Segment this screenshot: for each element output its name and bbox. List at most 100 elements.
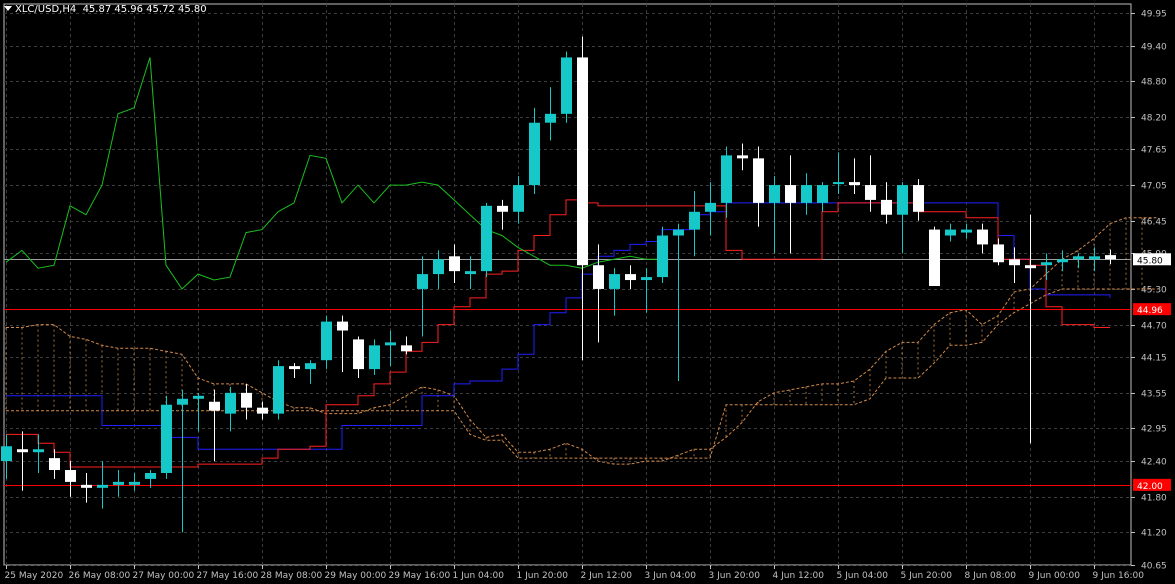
- candle-body: [897, 185, 908, 215]
- x-tick-label: 29 May 00:00: [325, 571, 387, 581]
- symbol-label: XLC/USD,H4: [15, 4, 77, 15]
- candle-body: [465, 271, 476, 275]
- chart-header: XLC/USD,H4 45.87 45.96 45.72 45.80: [4, 4, 207, 15]
- y-tick-label: 46.45: [1141, 218, 1167, 228]
- candle-body: [641, 277, 652, 281]
- candle-body: [209, 401, 220, 411]
- candle-body: [769, 185, 780, 203]
- candle-body: [1057, 259, 1068, 263]
- y-tick-label: 47.05: [1141, 182, 1167, 192]
- candle-body: [385, 342, 396, 346]
- collapse-triangle-icon[interactable]: [4, 6, 12, 11]
- candle-body: [273, 366, 284, 414]
- candle-body: [257, 407, 268, 414]
- x-tick-label: 1 Jun 04:00: [453, 571, 505, 581]
- candle-body: [945, 229, 956, 236]
- candle-body: [817, 185, 828, 203]
- candle-body: [529, 122, 540, 186]
- x-tick-label: 26 May 08:00: [69, 571, 131, 581]
- candle-body: [337, 321, 348, 331]
- y-tick-label: 44.15: [1141, 354, 1167, 364]
- level-price-label: 44.96: [1137, 306, 1163, 316]
- x-tick-label: 3 Jun 04:00: [645, 571, 697, 581]
- x-tick-label: 3 Jun 20:00: [709, 571, 761, 581]
- candle-body: [97, 484, 108, 488]
- candle-body: [65, 470, 76, 482]
- candle-body: [177, 398, 188, 405]
- y-tick-label: 47.65: [1141, 146, 1167, 156]
- candle-body: [961, 229, 972, 233]
- x-tick-label: 2 Jun 12:00: [581, 571, 633, 581]
- y-tick-label: 44.70: [1141, 322, 1167, 332]
- candle-body: [785, 185, 796, 203]
- x-tick-label: 28 May 08:00: [261, 571, 323, 581]
- candle-body: [1009, 259, 1020, 266]
- candle-body: [513, 185, 524, 212]
- candle-body: [1, 446, 12, 462]
- candle-body: [449, 256, 460, 272]
- bid-price-label: 45.80: [1137, 256, 1163, 266]
- candle-body: [689, 211, 700, 230]
- x-tick-label: 9 Jun 00:00: [1029, 571, 1081, 581]
- candle-body: [305, 363, 316, 370]
- price-chart[interactable]: 49.9549.4048.8048.2047.6547.0546.4545.90…: [0, 0, 1175, 584]
- x-tick-label: 27 May 00:00: [133, 571, 195, 581]
- x-tick-label: 4 Jun 12:00: [773, 571, 825, 581]
- y-tick-label: 41.20: [1141, 529, 1167, 539]
- candle-body: [161, 404, 172, 473]
- candle-body: [49, 458, 60, 471]
- candle-body: [481, 205, 492, 272]
- x-tick-label: 25 May 2020: [5, 571, 64, 581]
- x-tick-label: 29 May 16:00: [389, 571, 451, 581]
- candle-body: [929, 229, 940, 286]
- candle-body: [1089, 256, 1100, 260]
- candle-body: [657, 235, 668, 278]
- candle-body: [1041, 262, 1052, 266]
- candle-body: [1025, 265, 1036, 269]
- y-tick-label: 48.80: [1141, 78, 1167, 88]
- candle-body: [1073, 256, 1084, 260]
- candle-body: [673, 229, 684, 236]
- y-tick-label: 49.95: [1141, 10, 1167, 20]
- x-tick-label: 5 Jun 04:00: [837, 571, 889, 581]
- candle-body: [993, 244, 1004, 263]
- y-tick-label: 40.65: [1141, 562, 1167, 572]
- level-price-label: 42.00: [1137, 482, 1163, 492]
- x-tick-label: 8 Jun 08:00: [965, 571, 1017, 581]
- candle-body: [369, 345, 380, 370]
- candle-body: [625, 274, 636, 281]
- chart-window[interactable]: 49.9549.4048.8048.2047.6547.0546.4545.90…: [0, 0, 1175, 584]
- candle-body: [721, 155, 732, 203]
- candle-body: [81, 484, 92, 488]
- ohlc-values: 45.87 45.96 45.72 45.80: [82, 4, 207, 15]
- candle-body: [433, 259, 444, 275]
- candle-body: [705, 202, 716, 212]
- candle-body: [913, 185, 924, 212]
- candle-body: [401, 345, 412, 352]
- y-tick-label: 43.55: [1141, 390, 1167, 400]
- candle-body: [497, 205, 508, 212]
- candle-body: [113, 481, 124, 485]
- candle-body: [801, 185, 812, 203]
- x-tick-label: 5 Jun 20:00: [901, 571, 953, 581]
- y-tick-label: 41.80: [1141, 494, 1167, 504]
- candle-body: [977, 229, 988, 245]
- x-tick-label: 27 May 16:00: [197, 571, 259, 581]
- candle-body: [33, 449, 44, 453]
- candle-body: [865, 185, 876, 200]
- candle-body: [609, 274, 620, 289]
- candle-body: [577, 57, 588, 266]
- x-tick-label: 9 Jun 16:00: [1093, 571, 1145, 581]
- candle-body: [241, 392, 252, 408]
- candle-body: [593, 265, 604, 289]
- candle-body: [1105, 255, 1116, 260]
- candle-body: [737, 155, 748, 159]
- y-tick-label: 48.20: [1141, 114, 1167, 124]
- y-tick-label: 42.95: [1141, 425, 1167, 435]
- x-tick-label: 1 Jun 20:00: [517, 571, 569, 581]
- candle-body: [753, 158, 764, 203]
- candle-body: [145, 472, 156, 479]
- candle-body: [849, 182, 860, 186]
- candle-body: [129, 481, 140, 485]
- candle-body: [353, 339, 364, 370]
